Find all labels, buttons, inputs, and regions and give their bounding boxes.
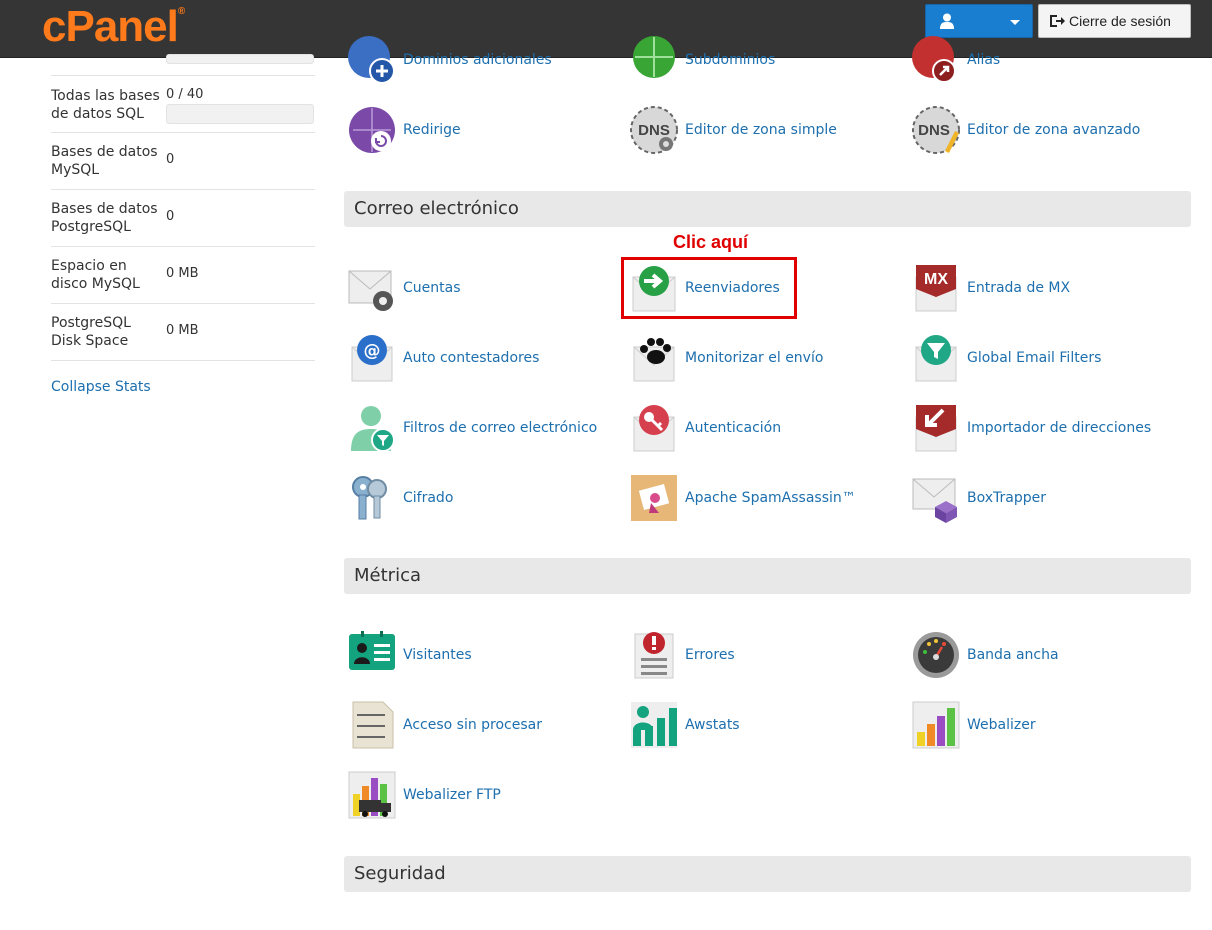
- tool-email-accounts[interactable]: Cuentas: [347, 260, 461, 316]
- paw-print-icon: [633, 338, 675, 382]
- tool-spamassassin[interactable]: Apache SpamAssassin™: [629, 470, 856, 526]
- tool-webalizer[interactable]: Webalizer: [911, 697, 1036, 753]
- stat-label: PostgreSQL Disk Space: [51, 315, 131, 349]
- svg-text:MX: MX: [924, 271, 948, 288]
- bar-chart-truck-icon: [348, 771, 396, 819]
- tool-encryption[interactable]: Cifrado: [347, 470, 453, 526]
- stat-label: Bases de datos PostgreSQL: [51, 201, 158, 235]
- highlight-box: [621, 257, 797, 319]
- logout-label: Cierre de sesión: [1069, 13, 1171, 29]
- import-arrow-icon: [915, 405, 957, 452]
- tool-address-importer[interactable]: Importador de direcciones: [911, 400, 1151, 456]
- keys-icon: [352, 476, 387, 520]
- tool-track-delivery[interactable]: Monitorizar el envío: [629, 330, 823, 386]
- bar-chart-icon: [912, 701, 960, 749]
- stats-panel: Todas las bases de datos SQL 0 / 40 Base…: [51, 54, 315, 361]
- tool-bandwidth[interactable]: Banda ancha: [911, 627, 1059, 683]
- box-envelope-icon: [912, 478, 957, 523]
- top-bar: cPanel® Cierre de sesión: [0, 0, 1212, 58]
- raw-log-document-icon: [352, 701, 394, 749]
- error-document-icon: [634, 632, 674, 679]
- stat-label: Todas las bases de datos SQL: [51, 88, 160, 122]
- stat-value: 0: [166, 152, 175, 167]
- stat-row: Espacio en disco MySQL 0 MB: [51, 247, 315, 304]
- redirect-globe-icon: [349, 107, 395, 153]
- dns-icon: DNS: [630, 106, 678, 154]
- envelope-gear-icon: [348, 270, 393, 311]
- awstats-icon: [631, 702, 677, 748]
- tool-subdomains[interactable]: Subdominios: [629, 32, 775, 88]
- tool-email-filters[interactable]: Filtros de correo electrónico: [347, 400, 597, 456]
- tool-visitors[interactable]: Visitantes: [347, 627, 472, 683]
- key-icon: [633, 405, 675, 452]
- globe-arrow-icon: [912, 36, 956, 83]
- tool-global-email-filters[interactable]: Global Email Filters: [911, 330, 1101, 386]
- svg-text:DNS: DNS: [638, 122, 670, 139]
- stat-value: 0 MB: [166, 323, 199, 338]
- stat-row-partial: [51, 54, 315, 76]
- gauge-icon: [913, 632, 959, 678]
- tool-autoresponders[interactable]: @ Auto contestadores: [347, 330, 539, 386]
- svg-text:@: @: [364, 341, 381, 361]
- collapse-stats-link[interactable]: Collapse Stats: [51, 379, 151, 395]
- stat-usage-bar: [166, 104, 314, 124]
- mx-icon: MX: [915, 265, 957, 312]
- tool-awstats[interactable]: Awstats: [629, 697, 740, 753]
- stat-bar: [166, 54, 314, 64]
- funnel-icon: [915, 335, 957, 382]
- stat-row: PostgreSQL Disk Space 0 MB: [51, 304, 315, 361]
- visitor-badge-icon: [349, 631, 395, 670]
- tool-boxtrapper[interactable]: BoxTrapper: [911, 470, 1046, 526]
- section-header-security[interactable]: Seguridad: [344, 856, 1191, 892]
- chevron-down-icon: [1010, 20, 1020, 25]
- tool-authentication[interactable]: Autenticación: [629, 400, 781, 456]
- tool-simple-zone-editor[interactable]: DNS Editor de zona simple: [629, 102, 837, 158]
- user-icon: [940, 13, 954, 29]
- tool-webalizer-ftp[interactable]: Webalizer FTP: [347, 767, 501, 823]
- tool-errors[interactable]: Errores: [629, 627, 735, 683]
- svg-text:DNS: DNS: [918, 122, 950, 139]
- section-header-metrics[interactable]: Métrica: [344, 558, 1191, 594]
- stat-label: Bases de datos MySQL: [51, 144, 158, 178]
- stat-value: 0 / 40: [166, 87, 204, 102]
- tool-redirects[interactable]: Redirige: [347, 102, 461, 158]
- globe-icon: [633, 36, 675, 78]
- annotation-click-here: Clic aquí: [673, 232, 749, 252]
- section-header-email[interactable]: Correo electrónico: [344, 191, 1191, 227]
- stat-row: Todas las bases de datos SQL 0 / 40: [51, 76, 315, 133]
- tool-aliases[interactable]: Alias: [911, 32, 1000, 88]
- tool-raw-access[interactable]: Acceso sin procesar: [347, 697, 542, 753]
- tool-advanced-zone-editor[interactable]: DNS Editor de zona avanzado: [911, 102, 1140, 158]
- stat-label: Espacio en disco MySQL: [51, 258, 140, 292]
- dns-pencil-icon: DNS: [912, 106, 960, 154]
- spamassassin-icon: [631, 475, 677, 521]
- cpanel-logo[interactable]: cPanel®: [42, 2, 185, 52]
- stat-row: Bases de datos PostgreSQL 0: [51, 190, 315, 247]
- stat-row: Bases de datos MySQL 0: [51, 133, 315, 190]
- tool-addon-domains[interactable]: Dominios adicionales: [347, 32, 552, 88]
- stat-value: 0: [166, 209, 175, 224]
- globe-plus-icon: [348, 36, 395, 84]
- stat-value: 0 MB: [166, 266, 199, 281]
- at-sign-icon: @: [351, 335, 393, 382]
- logout-button[interactable]: Cierre de sesión: [1038, 4, 1191, 38]
- user-filter-icon: [351, 406, 395, 452]
- tool-mx-entry[interactable]: MX Entrada de MX: [911, 260, 1070, 316]
- logout-icon: [1050, 15, 1065, 27]
